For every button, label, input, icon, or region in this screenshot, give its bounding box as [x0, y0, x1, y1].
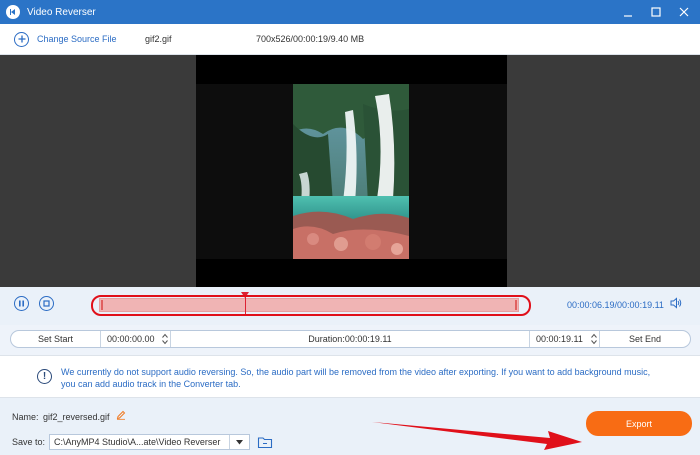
playback-controls: 00:00:06.19/00:00:19.11 [0, 287, 700, 325]
set-start-label: Set Start [37, 334, 73, 344]
info-icon: ! [37, 369, 52, 384]
video-frame [196, 55, 507, 287]
pause-button[interactable] [14, 296, 29, 311]
app-icon [6, 5, 20, 19]
change-source-label: Change Source File [37, 34, 117, 44]
volume-icon[interactable] [670, 297, 682, 309]
save-path-dropdown[interactable] [229, 435, 249, 449]
pause-icon [19, 300, 24, 307]
title-bar: Video Reverser [0, 0, 700, 24]
output-settings: Name: gif2_reversed.gif Save to: C:\AnyM… [0, 398, 700, 455]
end-time-field[interactable]: 00:00:19.11 [530, 331, 600, 347]
highlight-outline [91, 295, 531, 316]
maximize-icon [651, 7, 661, 17]
folder-icon[interactable] [257, 435, 273, 449]
set-end-button[interactable]: Set End [600, 331, 690, 347]
close-icon [679, 7, 689, 17]
name-label: Name: [12, 412, 39, 422]
maximize-button[interactable] [644, 0, 668, 24]
video-thumbnail [293, 84, 409, 259]
stepper-icon[interactable] [162, 333, 168, 345]
source-file-meta: 700x526/00:00:19/9.40 MB [256, 34, 365, 44]
set-end-label: Set End [628, 334, 662, 344]
minimize-icon [624, 15, 632, 17]
close-button[interactable] [672, 0, 696, 24]
end-time-value: 00:00:19.11 [536, 334, 583, 344]
stepper-icon[interactable] [591, 333, 597, 345]
chevron-down-icon [236, 439, 243, 444]
video-preview [0, 55, 700, 287]
set-start-button[interactable]: Set Start [11, 331, 101, 347]
export-label: Export [625, 418, 652, 429]
window-title: Video Reverser [27, 6, 96, 18]
stop-button[interactable] [39, 296, 54, 311]
change-source-file-button[interactable]: Change Source File [14, 31, 117, 47]
output-name-value: gif2_reversed.gif [43, 412, 110, 422]
pencil-icon[interactable] [116, 410, 126, 420]
start-time-field[interactable]: 00:00:00.00 [101, 331, 171, 347]
save-to-label: Save to: [12, 437, 46, 447]
duration-label: Duration:00:00:19.11 [308, 334, 392, 344]
start-time-value: 00:00:00.00 [107, 334, 155, 344]
stop-icon [43, 300, 50, 307]
plus-icon [14, 31, 29, 47]
time-display: 00:00:06.19/00:00:19.11 [567, 300, 664, 310]
audio-notice: ! We currently do not support audio reve… [0, 355, 700, 398]
toolbar: Change Source File gif2.gif 700x526/00:0… [0, 24, 700, 55]
notice-message: We currently do not support audio revers… [61, 367, 651, 389]
minimize-button[interactable] [616, 0, 640, 24]
save-path-value: C:\AnyMP4 Studio\A...ate\Video Reverser [54, 437, 221, 447]
duration-display: Duration:00:00:19.11 [171, 331, 530, 347]
save-path-select[interactable]: C:\AnyMP4 Studio\A...ate\Video Reverser [49, 434, 250, 450]
trim-range-bar: Set Start 00:00:00.00 Duration:00:00:19.… [10, 330, 691, 348]
export-button[interactable]: Export [586, 411, 692, 436]
red-arrow-annotation [372, 422, 582, 450]
source-file-name: gif2.gif [145, 34, 172, 44]
